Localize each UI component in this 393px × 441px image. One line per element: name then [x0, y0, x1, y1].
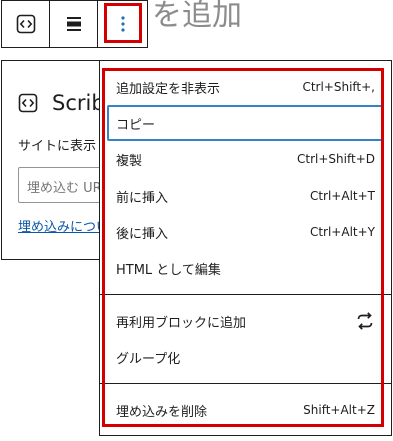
more-options-highlight — [104, 3, 142, 43]
align-icon — [66, 17, 81, 31]
embed-block-header: Scrib — [18, 91, 105, 115]
align-button[interactable] — [50, 1, 98, 47]
embed-block-title: Scrib — [52, 91, 105, 115]
embed-code-icon — [16, 14, 35, 34]
page-title-fragment: を追加 — [152, 0, 242, 33]
embed-block-description: サイトに表示 — [18, 139, 97, 154]
menu-highlight — [102, 68, 384, 427]
block-type-button[interactable] — [2, 1, 50, 47]
embed-code-icon — [18, 93, 38, 113]
embed-help-link[interactable]: 埋め込みについ — [18, 216, 109, 235]
